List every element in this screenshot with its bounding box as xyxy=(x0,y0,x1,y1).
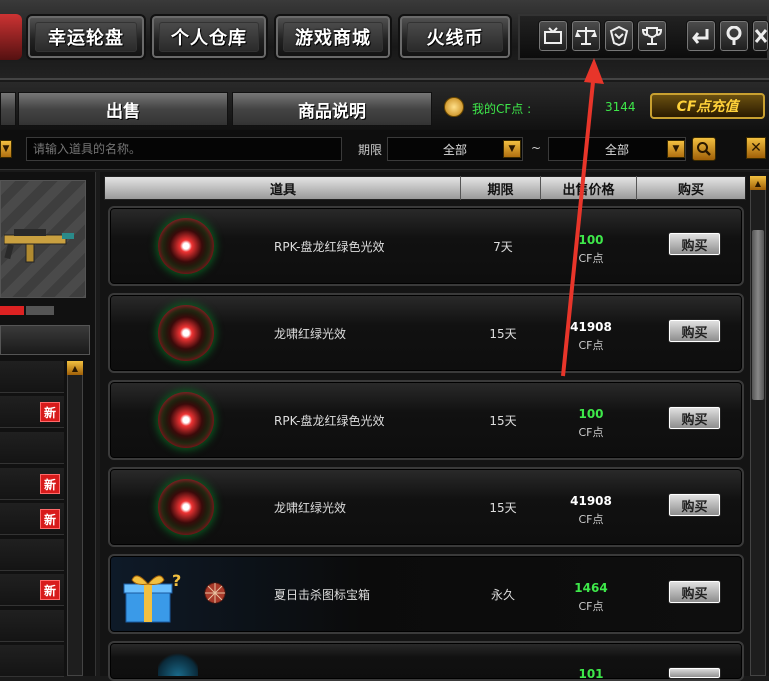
personal-storage-button[interactable]: 个人仓库 xyxy=(150,14,268,60)
item-name: 夏日击杀图标宝箱 xyxy=(274,588,371,602)
search-button[interactable] xyxy=(692,137,716,161)
kill-icon xyxy=(204,582,226,604)
buy-button[interactable]: 购买 xyxy=(668,493,721,517)
item-price: 101 xyxy=(578,667,604,681)
header-buy: 购买 xyxy=(677,182,704,198)
item-price: 100 xyxy=(578,233,604,247)
left-list-item[interactable]: 新 xyxy=(0,503,64,535)
search-icon xyxy=(697,142,711,156)
item-price-unit: CF点 xyxy=(578,252,604,265)
left-category-header xyxy=(0,325,90,355)
help-icon[interactable] xyxy=(719,20,749,52)
tv-icon[interactable] xyxy=(538,20,568,52)
item-price-unit: CF点 xyxy=(578,426,604,439)
period-to-dropdown-arrow[interactable]: ▼ xyxy=(667,140,685,158)
firecoin-button[interactable]: 火线币 xyxy=(398,14,512,60)
item-period: 15天 xyxy=(489,327,517,341)
rifle-icon xyxy=(4,229,74,263)
left-list-item[interactable] xyxy=(0,610,64,642)
tab-sell-label: 出售 xyxy=(106,101,140,122)
table-row xyxy=(108,641,744,681)
lucky-wheel-button[interactable]: 幸运轮盘 xyxy=(26,14,146,60)
left-scroll-up-icon[interactable]: ▲ xyxy=(67,361,83,375)
cf-points-value: 3144 xyxy=(605,100,636,114)
period-label: 期限 xyxy=(358,143,383,157)
game-mall-button[interactable]: 游戏商城 xyxy=(274,14,392,60)
item-search-input[interactable] xyxy=(26,137,342,161)
item-name: 龙啸红绿光效 xyxy=(274,501,347,515)
category-dropdown-arrow[interactable]: ▼ xyxy=(0,140,12,158)
new-badge: 新 xyxy=(40,580,60,600)
left-list-item[interactable] xyxy=(0,645,64,677)
table-scroll-up-icon[interactable]: ▲ xyxy=(750,176,766,190)
period-to-value: 全部 xyxy=(604,142,629,157)
item-period: 永久 xyxy=(490,588,515,602)
light-effect-icon xyxy=(158,650,198,676)
header-period: 期限 xyxy=(461,176,541,200)
new-badge: 新 xyxy=(40,509,60,529)
cf-coin-icon xyxy=(444,97,464,117)
item-price: 41908 xyxy=(570,494,612,508)
light-effect-icon xyxy=(158,218,214,274)
item-period: 7天 xyxy=(493,240,513,254)
left-list-item[interactable] xyxy=(0,361,64,393)
period-to-select[interactable]: 全部 xyxy=(548,137,686,161)
tab-sell[interactable]: 出售 xyxy=(18,92,228,126)
tab-item-description[interactable]: 商品说明 xyxy=(232,92,432,126)
light-effect-icon xyxy=(158,479,214,535)
item-name: RPK-盘龙红绿色光效 xyxy=(274,414,385,428)
close-icon[interactable] xyxy=(752,20,769,52)
item-period: 15天 xyxy=(489,501,517,515)
period-from-dropdown-arrow[interactable]: ▼ xyxy=(503,140,521,158)
light-effect-icon xyxy=(158,305,214,361)
buy-button[interactable]: 购买 xyxy=(668,406,721,430)
shield-icon[interactable] xyxy=(604,20,634,52)
logo-fragment xyxy=(0,14,22,60)
trophy-icon[interactable] xyxy=(637,20,667,52)
cf-points-label: 我的CF点 : xyxy=(472,102,532,116)
item-name: RPK-盘龙红绿色光效 xyxy=(274,240,385,254)
left-list-item[interactable] xyxy=(0,432,64,464)
header-item: 道具 xyxy=(106,176,461,200)
item-price: 100 xyxy=(578,407,604,421)
tab-partial[interactable] xyxy=(0,92,16,126)
item-price-unit: CF点 xyxy=(578,513,604,526)
header-price: 出售价格 xyxy=(541,176,637,200)
weapon-page-indicator[interactable] xyxy=(26,306,54,315)
left-list-item[interactable]: 新 xyxy=(0,396,64,428)
svg-text:?: ? xyxy=(172,571,181,590)
item-price-unit: CF点 xyxy=(578,339,604,352)
buy-button[interactable]: 购买 xyxy=(668,232,721,256)
back-icon[interactable] xyxy=(686,20,716,52)
personal-storage-label: 个人仓库 xyxy=(158,22,260,52)
firecoin-label: 火线币 xyxy=(406,22,504,52)
gift-box-icon: ? xyxy=(123,571,181,623)
buy-button[interactable]: 购买 xyxy=(668,319,721,343)
new-badge: 新 xyxy=(40,474,60,494)
cf-recharge-button[interactable]: CF点充值 xyxy=(650,93,765,119)
period-from-value: 全部 xyxy=(442,142,467,157)
table-scroll-thumb[interactable] xyxy=(752,230,764,400)
new-badge: 新 xyxy=(40,402,60,422)
left-list-item[interactable]: 新 xyxy=(0,468,64,500)
item-price: 41908 xyxy=(570,320,612,334)
period-range-separator: ~ xyxy=(531,141,542,155)
item-period: 15天 xyxy=(489,414,517,428)
left-scrollbar[interactable] xyxy=(67,361,83,676)
scale-icon[interactable] xyxy=(571,20,601,52)
left-list-item[interactable]: 新 xyxy=(0,574,64,606)
light-effect-icon xyxy=(158,392,214,448)
weapon-page-indicator-active[interactable] xyxy=(0,306,24,315)
buy-button[interactable] xyxy=(668,667,721,679)
lucky-wheel-label: 幸运轮盘 xyxy=(34,22,138,52)
tab-item-description-label: 商品说明 xyxy=(298,101,366,122)
left-list-item[interactable] xyxy=(0,539,64,571)
item-price-unit: CF点 xyxy=(578,600,604,613)
game-mall-label: 游戏商城 xyxy=(282,22,384,52)
item-price: 1464 xyxy=(574,581,608,595)
clear-filter-close-icon[interactable]: ✕ xyxy=(746,137,766,159)
item-name: 龙啸红绿光效 xyxy=(274,327,347,341)
buy-button[interactable]: 购买 xyxy=(668,580,721,604)
